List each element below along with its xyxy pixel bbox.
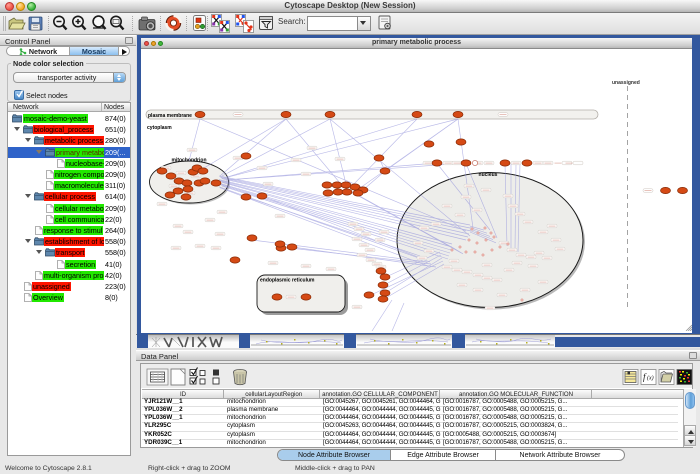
svg-text:nucleus: nucleus <box>479 172 498 178</box>
svg-text:plasma membrane: plasma membrane <box>148 113 192 119</box>
svg-text:cytoplasm: cytoplasm <box>147 125 172 131</box>
svg-text:unassigned: unassigned <box>612 80 640 86</box>
svg-text:endoplasmic reticulum: endoplasmic reticulum <box>260 278 315 284</box>
